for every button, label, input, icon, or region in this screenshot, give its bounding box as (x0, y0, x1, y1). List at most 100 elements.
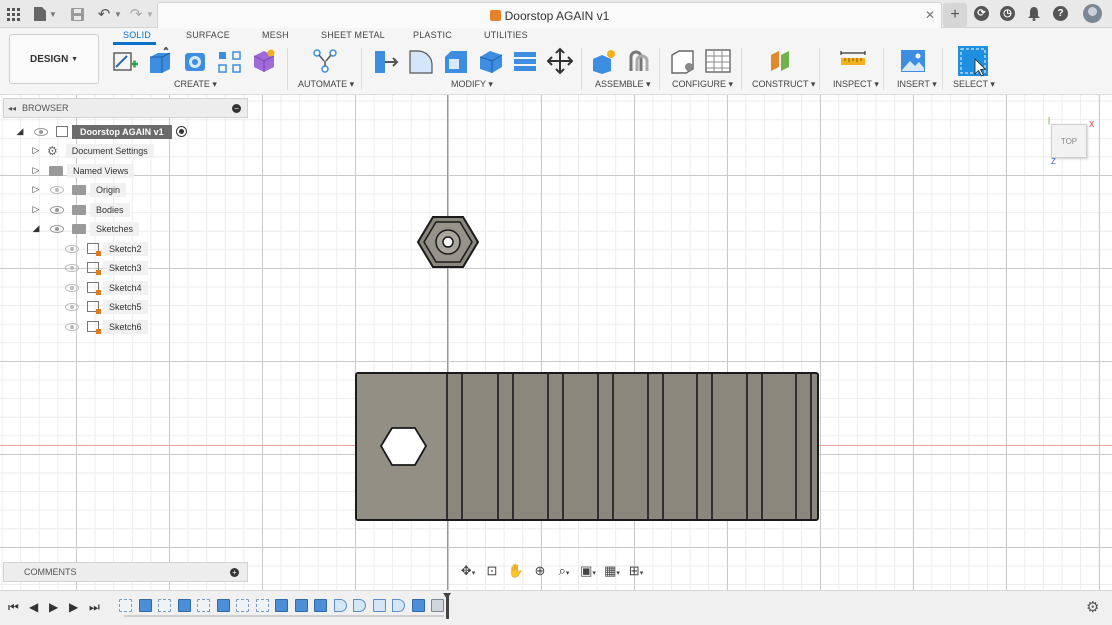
tree-item-named-views[interactable]: ▷ Named Views (31, 162, 135, 179)
job-status-icon[interactable]: ◷ (1000, 6, 1015, 21)
timeline-feature-extrude[interactable] (217, 599, 230, 612)
look-at-icon[interactable]: ⊡ (481, 563, 503, 579)
create-form-icon[interactable] (250, 47, 278, 75)
tree-item-sketch[interactable]: Sketch2 (61, 240, 148, 257)
timeline-feature-extrude[interactable] (412, 599, 425, 612)
file-icon[interactable] (31, 5, 49, 23)
visibility-eye-icon[interactable] (50, 205, 64, 214)
notifications-bell-icon[interactable] (1025, 5, 1043, 23)
construct-group-label[interactable]: CONSTRUCT ▾ (752, 79, 815, 90)
inspect-group-label[interactable]: INSPECT ▾ (833, 79, 879, 90)
go-to-start-icon[interactable]: ⏮ (8, 600, 19, 615)
timeline-feature-extrude[interactable] (314, 599, 327, 612)
tree-root-row[interactable]: ◢ Doorstop AGAIN v1 (15, 123, 187, 140)
workspace-switcher-button[interactable]: DESIGN ▼ (9, 34, 99, 84)
collapse-triangle-icon[interactable]: ◢ (31, 223, 41, 234)
move-icon[interactable] (546, 47, 574, 75)
tree-item-sketch[interactable]: Sketch5 (61, 298, 148, 315)
view-cube[interactable]: | X TOP Z (1048, 116, 1094, 166)
redo-icon[interactable]: ↷ (127, 5, 145, 23)
expand-triangle-icon[interactable]: ▷ (31, 184, 41, 195)
zoom-icon[interactable]: ⊕ (529, 563, 551, 579)
tree-item-document-settings[interactable]: ▷ ⚙ Document Settings (31, 142, 154, 159)
hex-nut-body[interactable] (416, 216, 480, 268)
collapse-panel-icon[interactable]: ◂◂ (8, 104, 16, 113)
timeline-feature-sketch[interactable] (236, 599, 249, 612)
expand-triangle-icon[interactable]: ▷ (31, 165, 41, 176)
create-group-label[interactable]: CREATE ▾ (174, 79, 217, 90)
visibility-eye-icon[interactable] (34, 127, 48, 136)
timeline-feature-extrude[interactable] (139, 599, 152, 612)
document-tab[interactable]: Doorstop AGAIN v1 ✕ (157, 2, 942, 28)
activate-radio-icon[interactable] (175, 126, 187, 137)
close-tab-icon[interactable]: ✕ (925, 8, 935, 22)
help-icon[interactable]: ? (1053, 6, 1068, 21)
timeline-feature-fillet[interactable] (353, 599, 366, 612)
redo-caret-icon[interactable]: ▼ (146, 10, 154, 19)
tree-item-origin[interactable]: ▷ Origin (31, 181, 127, 198)
visibility-eye-icon[interactable] (65, 263, 79, 272)
undo-icon[interactable]: ↶ (95, 5, 113, 23)
display-settings-icon[interactable]: ▣▾ (577, 563, 599, 579)
collapse-triangle-icon[interactable]: ◢ (15, 126, 25, 137)
new-tab-button[interactable]: + (943, 3, 967, 27)
select-icon[interactable] (957, 45, 989, 77)
timeline-feature-sketch[interactable] (197, 599, 210, 612)
tree-item-sketch[interactable]: Sketch4 (61, 279, 148, 296)
timeline-feature-extrude[interactable] (275, 599, 288, 612)
timeline-feature-chamfer[interactable] (373, 599, 386, 612)
automate-icon[interactable] (311, 47, 339, 75)
timeline-feature-extrude[interactable] (295, 599, 308, 612)
app-grid-icon[interactable] (4, 5, 22, 23)
tree-item-sketch[interactable]: Sketch6 (61, 318, 148, 335)
insert-group-label[interactable]: INSERT ▾ (897, 79, 937, 90)
modify-group-label[interactable]: MODIFY ▾ (451, 79, 493, 90)
tab-utilities[interactable]: UTILITIES (484, 30, 528, 40)
select-group-label[interactable]: SELECT ▾ (953, 79, 995, 90)
tree-item-sketches[interactable]: ◢ Sketches (31, 220, 140, 237)
assemble-group-label[interactable]: ASSEMBLE ▾ (595, 79, 651, 90)
go-to-end-icon[interactable]: ⏭ (89, 600, 100, 615)
play-icon[interactable]: ▶ (49, 600, 58, 614)
user-avatar[interactable] (1083, 4, 1102, 23)
pattern-icon[interactable] (215, 47, 243, 75)
browser-options-icon[interactable]: − (232, 103, 241, 113)
visibility-eye-icon[interactable] (65, 283, 79, 292)
measure-icon[interactable] (839, 47, 867, 75)
timeline-feature-sketch[interactable] (256, 599, 269, 612)
gear-icon[interactable]: ⚙ (1086, 598, 1099, 616)
root-component-label[interactable]: Doorstop AGAIN v1 (72, 124, 172, 139)
fit-zoom-window-icon[interactable]: ⌕▾ (553, 563, 575, 579)
file-menu-caret-icon[interactable]: ▼ (49, 10, 57, 19)
pan-hand-icon[interactable]: ✋ (505, 563, 527, 579)
timeline-marker[interactable] (443, 593, 451, 619)
tab-solid[interactable]: SOLID (123, 30, 151, 40)
model-geometry[interactable] (0, 95, 1112, 590)
tab-sheet-metal[interactable]: SHEET METAL (321, 30, 385, 40)
viewports-icon[interactable]: ⊞▾ (625, 563, 647, 579)
tree-item-bodies[interactable]: ▷ Bodies (31, 201, 130, 218)
tab-mesh[interactable]: MESH (262, 30, 289, 40)
tab-plastic[interactable]: PLASTIC (413, 30, 452, 40)
revolve-icon[interactable] (181, 47, 209, 75)
offset-plane-icon[interactable] (767, 47, 795, 75)
new-component-icon[interactable] (590, 47, 618, 75)
configure-icon[interactable] (669, 47, 697, 75)
expand-triangle-icon[interactable]: ▷ (31, 204, 41, 215)
insert-image-icon[interactable] (899, 47, 927, 75)
timeline-feature-sketch[interactable] (119, 599, 132, 612)
visibility-eye-icon[interactable] (65, 322, 79, 331)
configure-group-label[interactable]: CONFIGURE ▾ (672, 79, 733, 90)
visibility-eye-icon[interactable] (50, 185, 64, 194)
browser-header[interactable]: ◂◂ BROWSER − (3, 98, 248, 118)
visibility-eye-icon[interactable] (50, 224, 64, 233)
view-cube-top-face[interactable]: TOP (1051, 124, 1087, 158)
add-comment-icon[interactable]: + (230, 567, 239, 577)
timeline-feature-fillet[interactable] (392, 599, 405, 612)
visibility-eye-icon[interactable] (65, 244, 79, 253)
joint-icon[interactable] (625, 47, 653, 75)
undo-caret-icon[interactable]: ▼ (114, 10, 122, 19)
combine-icon[interactable] (511, 47, 539, 75)
chamfer-icon[interactable] (441, 47, 469, 75)
extrude-icon[interactable] (146, 47, 174, 75)
